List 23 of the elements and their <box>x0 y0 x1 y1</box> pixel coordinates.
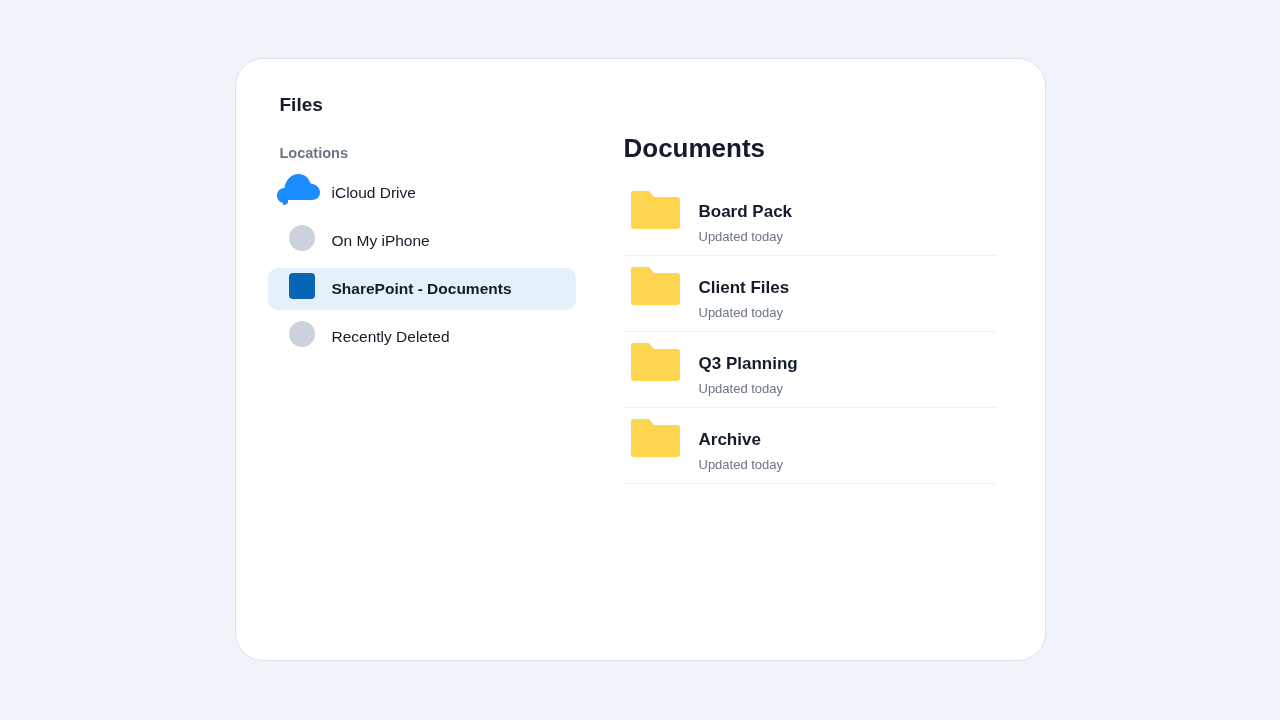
sidebar-item[interactable]: Recently Deleted <box>267 316 576 358</box>
circle-icon <box>288 321 315 347</box>
content-title: Documents <box>623 132 767 164</box>
sidebar-item[interactable]: iCloud Drive <box>267 172 576 214</box>
folder-subtitle: Updated today <box>698 304 785 322</box>
folder-subtitle: Updated today <box>698 456 784 474</box>
folder-name[interactable]: Archive <box>698 429 784 451</box>
folder-icon <box>630 267 680 305</box>
folder-name[interactable]: Client Files <box>698 277 790 299</box>
folder-icon <box>630 419 680 457</box>
sidebar-title: Files <box>279 93 324 117</box>
section-label: Locations <box>279 144 349 162</box>
square-icon <box>288 273 315 299</box>
folder-name[interactable]: Q3 Planning <box>698 353 798 375</box>
cloud-icon <box>276 173 320 205</box>
sidebar-item[interactable]: On My iPhone <box>267 220 576 262</box>
folder-icon <box>630 191 680 229</box>
folder-icon <box>630 343 680 381</box>
circle-icon <box>288 225 315 251</box>
sidebar-item[interactable]: SharePoint - Documents <box>267 268 576 310</box>
folder-subtitle: Updated today <box>698 228 785 246</box>
folder-subtitle: Updated today <box>698 380 785 398</box>
folder-name[interactable]: Board Pack <box>698 201 793 223</box>
